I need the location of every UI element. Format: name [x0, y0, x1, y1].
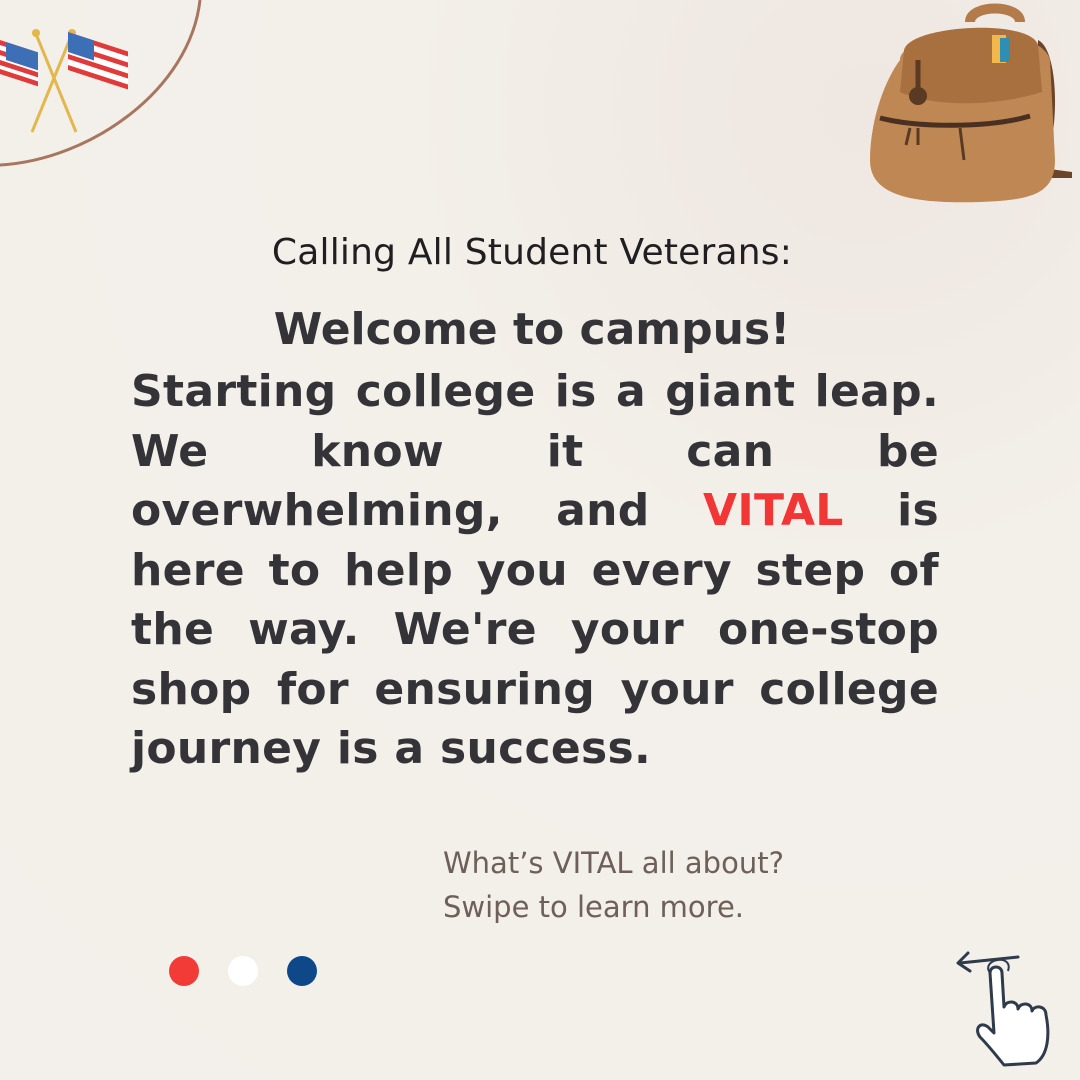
pagination-dots [169, 956, 317, 986]
american-flags-icon [0, 0, 202, 167]
brand-highlight: VITAL [703, 485, 844, 536]
pagination-dot-3[interactable] [287, 956, 317, 986]
body-paragraph: Starting college is a giant leap. We kno… [131, 362, 939, 779]
cta-question: What’s VITAL all about? [443, 846, 784, 880]
pagination-dot-1[interactable] [169, 956, 199, 986]
cta-instruction: Swipe to learn more. [443, 890, 745, 924]
slide: Calling All Student Veterans: Welcome to… [0, 0, 1080, 1080]
backpack-icon [870, 3, 1072, 203]
page-title: Welcome to campus! [273, 304, 791, 355]
pagination-dot-2[interactable] [228, 956, 258, 986]
call-to-action: What’s VITAL all about? Swipe to learn m… [443, 841, 1003, 929]
swipe-hand-icon [956, 951, 1050, 1067]
kicker-text: Calling All Student Veterans: [271, 232, 793, 273]
